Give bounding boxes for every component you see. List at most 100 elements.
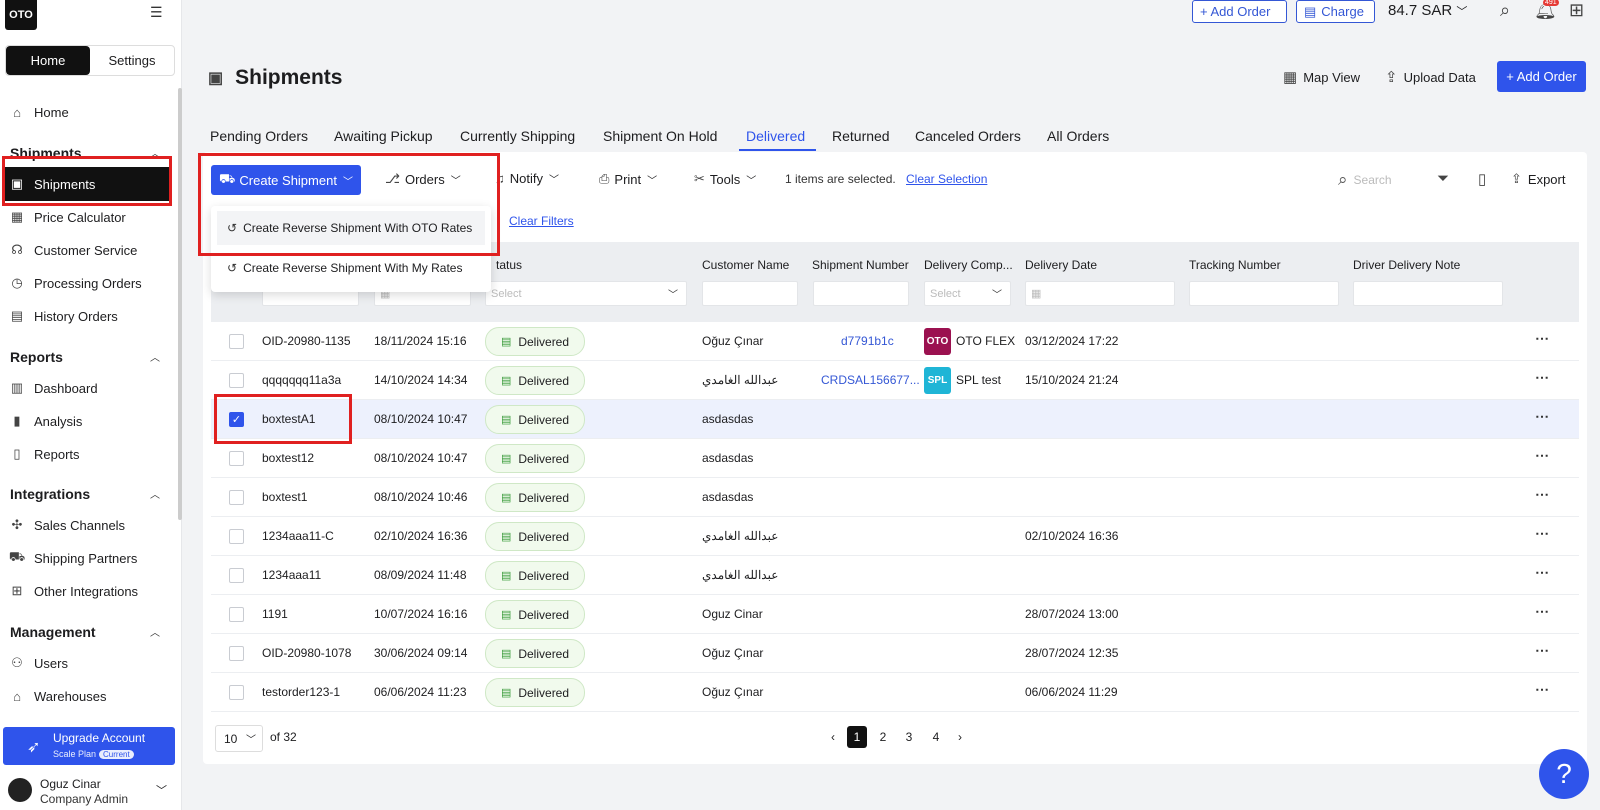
table-row[interactable]: OID-20980-1135 18/11/2024 15:16 ▤ Delivered…	[211, 322, 1579, 361]
more-actions-icon[interactable]: ⋯	[1535, 408, 1549, 425]
clear-filters-link[interactable]: Clear Filters	[509, 214, 574, 228]
add-order-button[interactable]: + Add Order	[1497, 61, 1586, 92]
sidebar-item-users[interactable]: ⚇ Users	[8, 650, 173, 676]
sidebar-item-sales-channels[interactable]: ✣ Sales Channels	[8, 512, 173, 538]
row-checkbox[interactable]	[229, 607, 244, 622]
clear-selection-link[interactable]: Clear Selection	[906, 172, 987, 186]
top-add-order-button[interactable]: + Add Order	[1192, 0, 1287, 23]
more-actions-icon[interactable]: ⋯	[1535, 525, 1549, 542]
order-id[interactable]: boxtestA1	[262, 412, 315, 426]
row-checkbox[interactable]	[229, 451, 244, 466]
sidebar-item-shipping-partners[interactable]: ⛟ Shipping Partners	[8, 545, 173, 571]
more-actions-icon[interactable]: ⋯	[1535, 564, 1549, 581]
column-tracking-number[interactable]: Tracking Number	[1189, 258, 1281, 272]
row-checkbox[interactable]	[229, 646, 244, 661]
tab-currently-shipping[interactable]: Currently Shipping	[460, 128, 575, 154]
more-actions-icon[interactable]: ⋯	[1535, 447, 1549, 464]
user-menu[interactable]: Oguz Cinar Company Admin ﹀	[8, 775, 178, 809]
sidebar-item-dashboard[interactable]: ▥ Dashboard	[8, 375, 173, 401]
column-delivery-company[interactable]: Delivery Comp...	[924, 258, 1013, 272]
table-row[interactable]: boxtest12 08/10/2024 10:47 ▤ Delivered asdas…	[211, 439, 1579, 478]
order-id[interactable]: OID-20980-1135	[262, 334, 351, 348]
menu-item-reverse-my-rates[interactable]: ↺ Create Reverse Shipment With My Rates	[217, 251, 485, 285]
create-shipment-button[interactable]: ⛟ Create Shipment ﹀	[211, 165, 361, 195]
sidebar-item-analysis[interactable]: ▮ Analysis	[8, 408, 173, 434]
sidebar-item-shipments[interactable]: ▣ Shipments	[3, 167, 171, 201]
more-actions-icon[interactable]: ⋯	[1535, 603, 1549, 620]
tab-returned[interactable]: Returned	[832, 128, 890, 154]
orders-dropdown[interactable]: ⎇ Orders ﹀	[385, 171, 461, 187]
print-dropdown[interactable]: ⎙ Print ﹀	[599, 171, 657, 187]
tab-pending-orders[interactable]: Pending Orders	[210, 128, 308, 154]
more-actions-icon[interactable]: ⋯	[1535, 681, 1549, 698]
page-size-select[interactable]: 10 ﹀	[215, 725, 263, 752]
shipment-number-link[interactable]: CRDSAL156677...	[821, 373, 920, 387]
help-button[interactable]: ?	[1539, 749, 1589, 799]
sidebar-item-other-integrations[interactable]: ⊞ Other Integrations	[8, 578, 173, 604]
customer-name-filter[interactable]	[702, 281, 798, 306]
sidebar-item-warehouses[interactable]: ⌂ Warehouses	[8, 683, 173, 709]
sidebar-item-customer-service[interactable]: ☊ Customer Service	[8, 237, 173, 263]
sidebar-item-history-orders[interactable]: ▤ History Orders	[8, 303, 173, 329]
page-2[interactable]: 2	[873, 726, 893, 748]
tab-awaiting-pickup[interactable]: Awaiting Pickup	[334, 128, 433, 154]
status-filter[interactable]: Select ﹀	[485, 281, 687, 306]
balance-dropdown[interactable]: 84.7 SAR ﹀	[1388, 2, 1467, 19]
table-row[interactable]: ✓ boxtestA1 08/10/2024 10:47 ▤ Delivered asda…	[211, 400, 1579, 439]
order-id[interactable]: 1191	[262, 607, 288, 621]
gift-icon[interactable]: ⊞	[1569, 0, 1584, 21]
delivery-company-filter[interactable]: Select ﹀	[924, 281, 1011, 306]
sidebar-item-reports[interactable]: ▯ Reports	[8, 441, 173, 467]
column-delivery-date[interactable]: Delivery Date	[1025, 258, 1097, 272]
row-checkbox[interactable]	[229, 568, 244, 583]
column-customer-name[interactable]: Customer Name	[702, 258, 789, 272]
oto-logo[interactable]: OTO	[5, 0, 37, 30]
page-3[interactable]: 3	[899, 726, 919, 748]
upgrade-account-button[interactable]: ➶ Upgrade Account Scale Plan Current	[3, 727, 175, 765]
table-search[interactable]: ⌕ Search	[1338, 170, 1392, 190]
tab-settings[interactable]: Settings	[90, 46, 174, 75]
more-actions-icon[interactable]: ⋯	[1535, 642, 1549, 659]
sidebar-item-home[interactable]: ⌂ Home	[8, 99, 173, 125]
order-id[interactable]: 1234aaa11-C	[262, 529, 334, 543]
tab-all-orders[interactable]: All Orders	[1047, 128, 1109, 154]
tools-dropdown[interactable]: ✂ Tools ﹀	[694, 171, 756, 187]
column-shipment-number[interactable]: Shipment Number	[812, 258, 909, 272]
table-row[interactable]: 1234aaa11-C 02/10/2024 16:36 ▤ Delivered عبد…	[211, 517, 1579, 556]
map-view-button[interactable]: ▦ Map View	[1283, 68, 1360, 86]
tracking-number-filter[interactable]	[1189, 281, 1339, 306]
row-checkbox[interactable]	[229, 685, 244, 700]
page-1[interactable]: 1	[847, 726, 867, 748]
collapse-menu-icon[interactable]: ☰	[150, 4, 163, 21]
driver-note-filter[interactable]	[1353, 281, 1503, 306]
export-button[interactable]: ⇪ Export	[1511, 171, 1565, 187]
tab-canceled-orders[interactable]: Canceled Orders	[915, 128, 1021, 154]
shipment-number-link[interactable]: d7791b1c	[841, 334, 894, 348]
order-id[interactable]: boxtest1	[262, 490, 307, 504]
more-actions-icon[interactable]: ⋯	[1535, 369, 1549, 386]
row-checkbox[interactable]	[229, 490, 244, 505]
sidebar-item-processing-orders[interactable]: ◷ Processing Orders	[8, 270, 173, 296]
charge-button[interactable]: ▤ Charge	[1296, 0, 1375, 23]
menu-item-reverse-oto-rates[interactable]: ↺ Create Reverse Shipment With OTO Rates	[217, 211, 485, 245]
more-actions-icon[interactable]: ⋯	[1535, 330, 1549, 347]
upload-data-button[interactable]: ⇪ Upload Data	[1385, 68, 1476, 86]
table-row[interactable]: boxtest1 08/10/2024 10:46 ▤ Delivered asdasd…	[211, 478, 1579, 517]
next-page-icon[interactable]: ›	[950, 726, 970, 748]
section-management[interactable]: Management ︿	[10, 624, 160, 640]
prev-page-icon[interactable]: ‹	[823, 726, 843, 748]
row-checkbox[interactable]	[229, 334, 244, 349]
row-checkbox[interactable]: ✓	[229, 412, 244, 427]
filter-icon[interactable]: ⏷	[1437, 170, 1449, 187]
row-checkbox[interactable]	[229, 373, 244, 388]
row-checkbox[interactable]	[229, 529, 244, 544]
column-driver-delivery-note[interactable]: Driver Delivery Note	[1353, 258, 1460, 272]
column-status[interactable]: tatus	[496, 258, 522, 272]
page-4[interactable]: 4	[926, 726, 946, 748]
table-row[interactable]: qqqqqqq11a3a 14/10/2024 14:34 ▤ Delivered عب…	[211, 361, 1579, 400]
notify-dropdown[interactable]: ♫ Notify ﹀	[495, 171, 559, 186]
section-reports[interactable]: Reports ︿	[10, 349, 160, 365]
table-row[interactable]: 1191 10/07/2024 16:16 ▤ Delivered Oguz Cinar…	[211, 595, 1579, 634]
tab-shipment-on-hold[interactable]: Shipment On Hold	[603, 128, 717, 154]
columns-icon[interactable]: ▯	[1478, 170, 1486, 188]
